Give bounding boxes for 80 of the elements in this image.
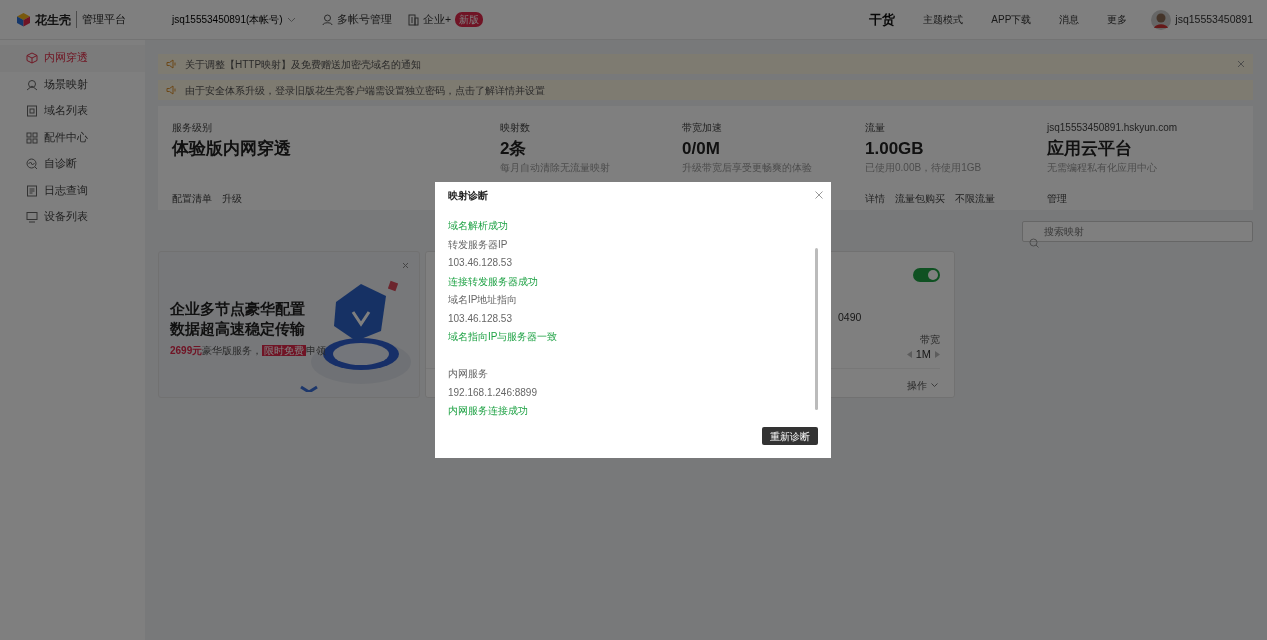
chevron-down-icon	[931, 383, 938, 388]
grid-icon	[26, 131, 38, 144]
nav-link[interactable]: 主题模式	[923, 12, 964, 27]
logo-icon	[16, 12, 31, 27]
notice-text[interactable]: 由于安全体系升级，登录旧版花生壳客户端需设置独立密码，点击了解详情并设置	[185, 82, 1245, 98]
rediagnose-button[interactable]: 重新诊断	[762, 427, 818, 445]
user-name[interactable]: jsq15553450891	[1175, 11, 1253, 28]
stat-label: 映射数	[500, 121, 531, 134]
building-icon	[408, 13, 419, 26]
close-icon[interactable]	[1237, 60, 1245, 68]
sidebar-item[interactable]: 日志查询	[0, 177, 145, 204]
ad-offer-text: 2699元豪华版服务， 限时免费 申领	[170, 344, 327, 358]
bandwidth-value: 1M	[915, 347, 931, 362]
sidebar-item[interactable]: 自诊断	[0, 151, 145, 178]
toggle-switch[interactable]	[913, 268, 940, 282]
field-label: 内网服务	[448, 367, 489, 381]
header-link[interactable]: 多帐号管理	[322, 11, 392, 28]
close-icon	[815, 191, 823, 200]
status-text: 内网服务连接成功	[448, 404, 529, 418]
sidebar-item[interactable]: 设备列表	[0, 204, 145, 231]
increase-arrow-icon[interactable]	[935, 350, 940, 358]
stat-link[interactable]: 详情	[865, 193, 885, 204]
ad-banner[interactable]: 企业多节点豪华配置 数据超高速稳定传输 2699元豪华版服务， 限时免费 申领	[158, 251, 420, 398]
field-value: 103.46.128.53	[448, 256, 513, 270]
close-icon[interactable]	[402, 262, 409, 269]
stat-value: 2条	[500, 138, 528, 160]
sidebar-item[interactable]: 配件中心	[0, 124, 145, 151]
product-name: 管理平台	[76, 11, 126, 28]
search-field[interactable]: 搜索映射	[1022, 221, 1253, 242]
stat-value: 体验版内网穿透	[172, 138, 292, 160]
new-badge: 新版	[455, 12, 484, 27]
scrollbar[interactable]	[815, 248, 818, 410]
search-icon	[1029, 238, 1039, 248]
user-icon	[322, 13, 333, 26]
field-value: 103.46.128.53	[448, 311, 513, 326]
ad-headline: 数据超高速稳定传输	[170, 320, 306, 339]
stat-label: jsq15553450891.hskyun.com	[1047, 121, 1179, 134]
mapping-text: 0490	[838, 310, 862, 325]
bandwidth-label: 带宽	[920, 333, 940, 347]
decrease-arrow-icon[interactable]	[906, 350, 912, 358]
stat-value: 1.00GB	[865, 138, 925, 160]
field-label: 转发服务器IP	[448, 237, 509, 252]
monitor-icon	[26, 211, 38, 224]
status-text: 域名解析成功	[448, 219, 509, 233]
notice-text[interactable]: 关于调整【HTTP映射】及免费赠送加密壳域名的通知	[185, 56, 1229, 72]
square-icon	[26, 105, 38, 118]
chevron-down-icon	[287, 16, 296, 23]
avatar-icon[interactable]	[1151, 9, 1172, 30]
status-text: 连接转发服务器成功	[448, 274, 539, 289]
header-link[interactable]: 企业+ 新版	[408, 11, 484, 28]
status-text: 域名指向IP与服务器一致	[448, 330, 559, 344]
stat-link[interactable]: 升级	[222, 193, 242, 204]
account-select[interactable]: jsq15553450891(本帐号)	[166, 9, 306, 30]
document-icon	[26, 184, 38, 197]
stat-label: 服务级别	[172, 121, 213, 134]
field-value: 192.168.1.246:8899	[448, 385, 538, 400]
nav-link[interactable]: APP下载	[991, 12, 1032, 27]
stat-label: 带宽加速	[682, 121, 723, 134]
cube-icon	[26, 52, 38, 65]
nav-link[interactable]: 更多	[1107, 12, 1128, 27]
stat-link[interactable]: 流量包购买	[895, 193, 945, 204]
pulse-icon	[26, 158, 38, 171]
sidebar-item[interactable]: 域名列表	[0, 98, 145, 125]
promo-link[interactable]: 干货	[869, 9, 896, 30]
field-label: 域名IP地址指向	[448, 293, 519, 307]
speaker-icon	[166, 59, 177, 69]
stat-value: 应用云平台	[1047, 138, 1133, 160]
stat-link[interactable]: 配置清单	[172, 193, 212, 204]
nav-link[interactable]: 消息	[1059, 12, 1080, 27]
stat-value: 0/0M	[682, 138, 721, 160]
actions-dropdown[interactable]: 操作	[907, 378, 938, 393]
ad-headline: 企业多节点豪华配置	[170, 300, 306, 319]
speaker-icon	[166, 85, 177, 95]
stat-label: 流量	[865, 121, 886, 134]
sidebar-item[interactable]: 内网穿透	[0, 45, 145, 72]
brand-name: 花生壳	[35, 11, 71, 29]
dialog-title: 映射诊断	[448, 189, 489, 203]
stat-link[interactable]: 不限流量	[955, 193, 995, 204]
sidebar-item[interactable]: 场景映射	[0, 71, 145, 98]
stat-link[interactable]: 管理	[1047, 193, 1067, 204]
